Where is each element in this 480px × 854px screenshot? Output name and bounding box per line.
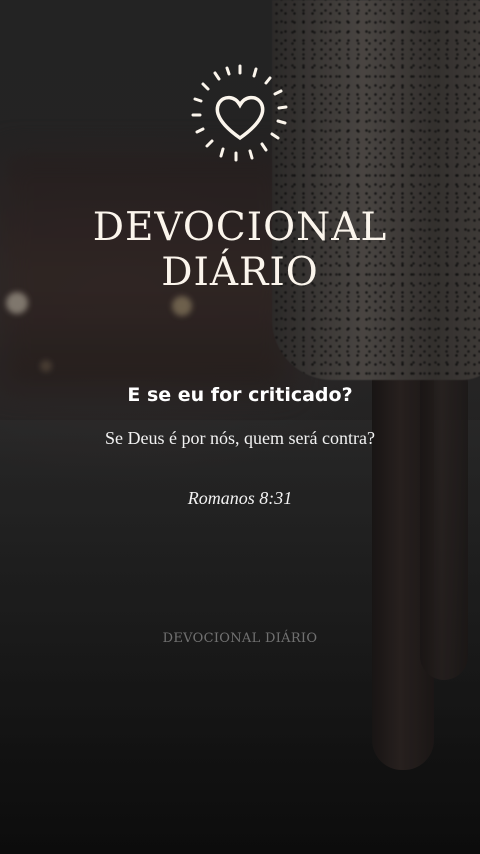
devotional-card: DEVOCIONAL DIÁRIO E se eu for criticado?… [0,0,480,854]
devotional-question: E se eu for criticado? [127,384,353,406]
bible-verse: Se Deus é por nós, quem será contra? [105,428,375,448]
watermark: DEVOCIONAL DIÁRIO [162,631,318,646]
logo-title-line1: DEVOCIONAL [92,205,388,250]
heart-icon [191,64,288,162]
logo-title-line2: DIÁRIO [161,250,319,295]
verse-reference: Romanos 8:31 [187,488,293,508]
